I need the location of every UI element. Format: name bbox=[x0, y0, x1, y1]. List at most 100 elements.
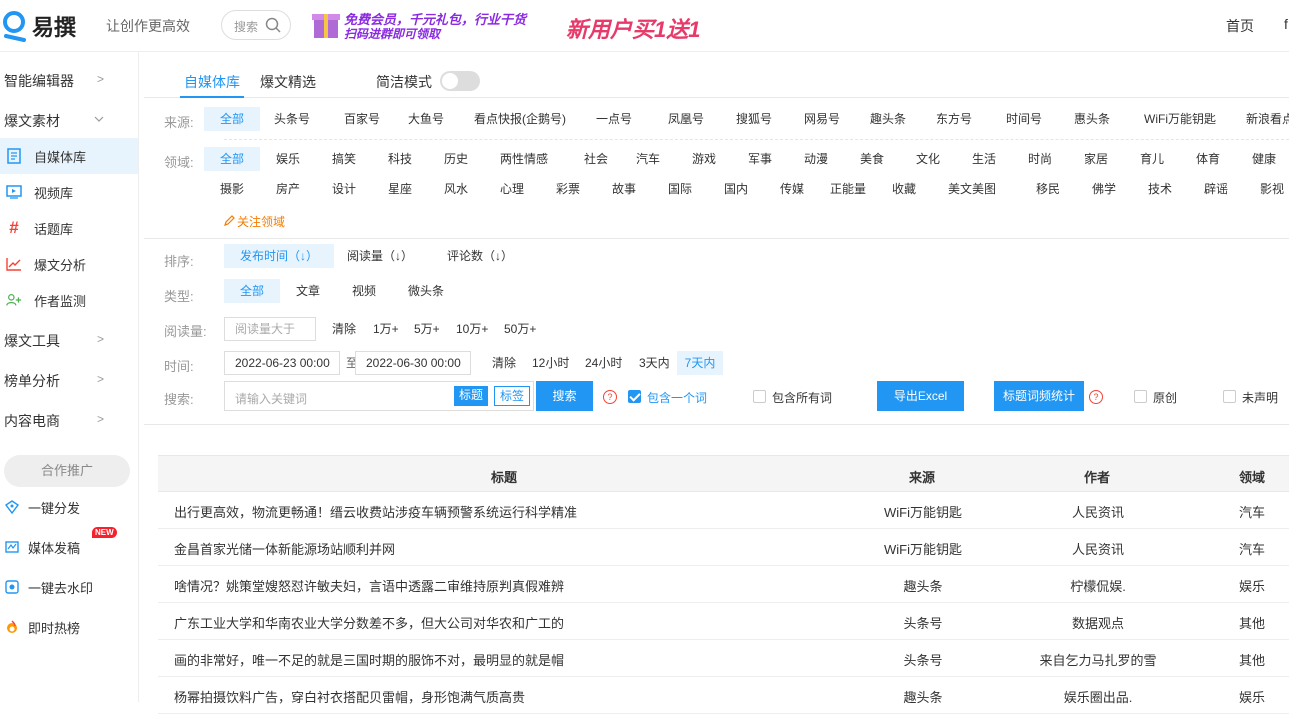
time-clear[interactable]: 清除 bbox=[492, 351, 516, 375]
read-50k[interactable]: 5万+ bbox=[414, 317, 440, 341]
time-7d[interactable]: 7天内 bbox=[677, 351, 723, 375]
search-scope-tag[interactable]: 标签 bbox=[494, 386, 531, 406]
original-checkbox[interactable] bbox=[1134, 390, 1147, 403]
simple-mode-toggle[interactable] bbox=[440, 71, 480, 91]
domain-option[interactable]: 收藏 bbox=[876, 177, 932, 201]
domain-option[interactable]: 风水 bbox=[428, 177, 484, 201]
read-100k[interactable]: 10万+ bbox=[456, 317, 488, 341]
source-option[interactable]: 趣头条 bbox=[856, 107, 920, 131]
domain-option[interactable]: 技术 bbox=[1132, 177, 1188, 201]
domain-option[interactable]: 生活 bbox=[956, 147, 1012, 171]
type-video[interactable]: 视频 bbox=[344, 279, 384, 303]
domain-option[interactable]: 佛学 bbox=[1076, 177, 1132, 201]
help-icon[interactable]: ? bbox=[1089, 390, 1103, 404]
sidebar-item-topic-library[interactable]: # 话题库 bbox=[0, 210, 138, 246]
source-option[interactable]: 一点号 bbox=[586, 107, 642, 131]
search-scope-title[interactable]: 标题 bbox=[454, 386, 489, 406]
type-all[interactable]: 全部 bbox=[224, 279, 280, 303]
source-option[interactable]: 搜狐号 bbox=[722, 107, 786, 131]
domain-option[interactable]: 搞笑 bbox=[316, 147, 372, 171]
source-option[interactable]: 惠头条 bbox=[1060, 107, 1124, 131]
date-from-input[interactable]: 2022-06-23 00:00 bbox=[224, 351, 340, 375]
promo-banner-vip[interactable]: 免费会员，千元礼包，行业干货 扫码进群即可领取 bbox=[312, 8, 542, 42]
source-option[interactable]: 东方号 bbox=[922, 107, 986, 131]
sidebar-item-author-monitor[interactable]: 作者监测 bbox=[0, 282, 138, 318]
row-title-link[interactable]: 广东工业大学和华南农业大学分数差不多，但大公司对华农和广工的 bbox=[174, 613, 564, 632]
table-row[interactable]: 啥情况？姚策堂嫂怒怼许敏夫妇，言语中透露二审维持原判真假难辨 趣头条 柠檬侃娱. 娱乐 bbox=[158, 566, 1289, 603]
source-option[interactable]: WiFi万能钥匙 bbox=[1126, 107, 1234, 131]
tab-viral-picks[interactable]: 爆文精选 bbox=[260, 72, 316, 92]
domain-option[interactable]: 军事 bbox=[732, 147, 788, 171]
export-excel-button[interactable]: 导出Excel bbox=[877, 381, 964, 411]
tool-hot-list[interactable]: 即时热榜 bbox=[4, 615, 80, 639]
domain-option[interactable]: 摄影 bbox=[204, 177, 260, 201]
row-title-link[interactable]: 啥情况？姚策堂嫂怒怼许敏夫妇，言语中透露二审维持原判真假难辨 bbox=[174, 576, 564, 595]
nav-more-link[interactable]: f bbox=[1284, 16, 1288, 32]
domain-option[interactable]: 心理 bbox=[484, 177, 540, 201]
read-clear[interactable]: 清除 bbox=[332, 317, 356, 341]
table-row[interactable]: 金昌首家光储一体新能源场站顺利并网 WiFi万能钥匙 人民资讯 汽车 bbox=[158, 529, 1289, 566]
source-option[interactable]: 时间号 bbox=[992, 107, 1056, 131]
top-search-box[interactable]: 搜索 bbox=[221, 10, 291, 40]
domain-option[interactable]: 国内 bbox=[708, 177, 764, 201]
domain-option[interactable]: 移民 bbox=[1020, 177, 1076, 201]
follow-domain-link[interactable]: 关注领域 bbox=[224, 213, 285, 230]
source-option[interactable]: 新浪看点 bbox=[1240, 107, 1289, 131]
domain-option[interactable]: 汽车 bbox=[620, 147, 676, 171]
time-12h[interactable]: 12小时 bbox=[532, 351, 569, 375]
source-option[interactable]: 凤凰号 bbox=[654, 107, 718, 131]
row-title-link[interactable]: 出行更高效，物流更畅通！缙云收费站涉疫车辆预警系统运行科学精准 bbox=[174, 502, 577, 521]
source-option[interactable]: 头条号 bbox=[260, 107, 324, 131]
contains-one-checkbox[interactable] bbox=[628, 390, 641, 403]
source-option[interactable]: 全部 bbox=[204, 107, 260, 131]
tool-media-publish[interactable]: 媒体发稿 NEW bbox=[4, 527, 117, 559]
read-500k[interactable]: 50万+ bbox=[504, 317, 536, 341]
sidebar-group-viral-material[interactable]: 爆文素材 bbox=[4, 111, 134, 131]
time-3d[interactable]: 3天内 bbox=[639, 351, 670, 375]
sidebar-group-rank-analysis[interactable]: 榜单分析 > bbox=[4, 371, 134, 391]
domain-option[interactable]: 故事 bbox=[596, 177, 652, 201]
domain-option[interactable]: 动漫 bbox=[788, 147, 844, 171]
read-count-input[interactable]: 阅读量大于 bbox=[224, 317, 316, 341]
sidebar-item-media-library[interactable]: 自媒体库 bbox=[0, 138, 138, 174]
domain-option[interactable]: 育儿 bbox=[1124, 147, 1180, 171]
domain-option[interactable]: 影视 bbox=[1244, 177, 1289, 201]
domain-option[interactable]: 体育 bbox=[1180, 147, 1236, 171]
help-icon[interactable]: ? bbox=[603, 390, 617, 404]
sidebar-item-viral-analysis[interactable]: 爆文分析 bbox=[0, 246, 138, 282]
time-24h[interactable]: 24小时 bbox=[585, 351, 622, 375]
source-option[interactable]: 大鱼号 bbox=[398, 107, 454, 131]
domain-option[interactable]: 国际 bbox=[652, 177, 708, 201]
domain-option[interactable]: 美文美图 bbox=[932, 177, 1012, 201]
domain-option[interactable]: 两性情感 bbox=[484, 147, 564, 171]
domain-option[interactable]: 游戏 bbox=[676, 147, 732, 171]
domain-option[interactable]: 家居 bbox=[1068, 147, 1124, 171]
logo[interactable]: 易撰 bbox=[2, 10, 76, 42]
source-option[interactable]: 百家号 bbox=[330, 107, 394, 131]
sort-publish-time[interactable]: 发布时间（↓） bbox=[224, 244, 334, 268]
sidebar-group-smart-editor[interactable]: 智能编辑器 > bbox=[4, 71, 134, 91]
domain-option[interactable]: 设计 bbox=[316, 177, 372, 201]
domain-option[interactable]: 社会 bbox=[568, 147, 624, 171]
domain-option[interactable]: 全部 bbox=[204, 147, 260, 171]
sidebar-group-viral-tools[interactable]: 爆文工具 > bbox=[4, 331, 134, 351]
table-row[interactable]: 广东工业大学和华南农业大学分数差不多，但大公司对华农和广工的 头条号 数据观点 其他 bbox=[158, 603, 1289, 640]
domain-option[interactable]: 辟谣 bbox=[1188, 177, 1244, 201]
domain-option[interactable]: 健康 bbox=[1236, 147, 1289, 171]
domain-option[interactable]: 科技 bbox=[372, 147, 428, 171]
read-10k[interactable]: 1万+ bbox=[373, 317, 399, 341]
source-option[interactable]: 看点快报(企鹅号) bbox=[464, 107, 576, 131]
row-title-link[interactable]: 杨幂拍摄饮料广告，穿白衬衣搭配贝雷帽，身形饱满气质高贵 bbox=[174, 687, 525, 706]
tab-media-library[interactable]: 自媒体库 bbox=[184, 72, 240, 92]
table-row[interactable]: 杨幂拍摄饮料广告，穿白衬衣搭配贝雷帽，身形饱满气质高贵 趣头条 娱乐圈出品. 娱乐 bbox=[158, 677, 1289, 714]
domain-option[interactable]: 美食 bbox=[844, 147, 900, 171]
tool-remove-watermark[interactable]: 一键去水印 bbox=[4, 575, 93, 599]
undeclared-checkbox[interactable] bbox=[1223, 390, 1236, 403]
domain-option[interactable]: 历史 bbox=[428, 147, 484, 171]
search-icon[interactable] bbox=[265, 17, 281, 36]
domain-option[interactable]: 星座 bbox=[372, 177, 428, 201]
sidebar-item-video-library[interactable]: 视频库 bbox=[0, 174, 138, 210]
row-title-link[interactable]: 画的非常好，唯一不足的就是三国时期的服饰不对，最明显的就是帽 bbox=[174, 650, 564, 669]
nav-home-link[interactable]: 首页 bbox=[1226, 16, 1254, 36]
domain-option[interactable]: 正能量 bbox=[820, 177, 876, 201]
